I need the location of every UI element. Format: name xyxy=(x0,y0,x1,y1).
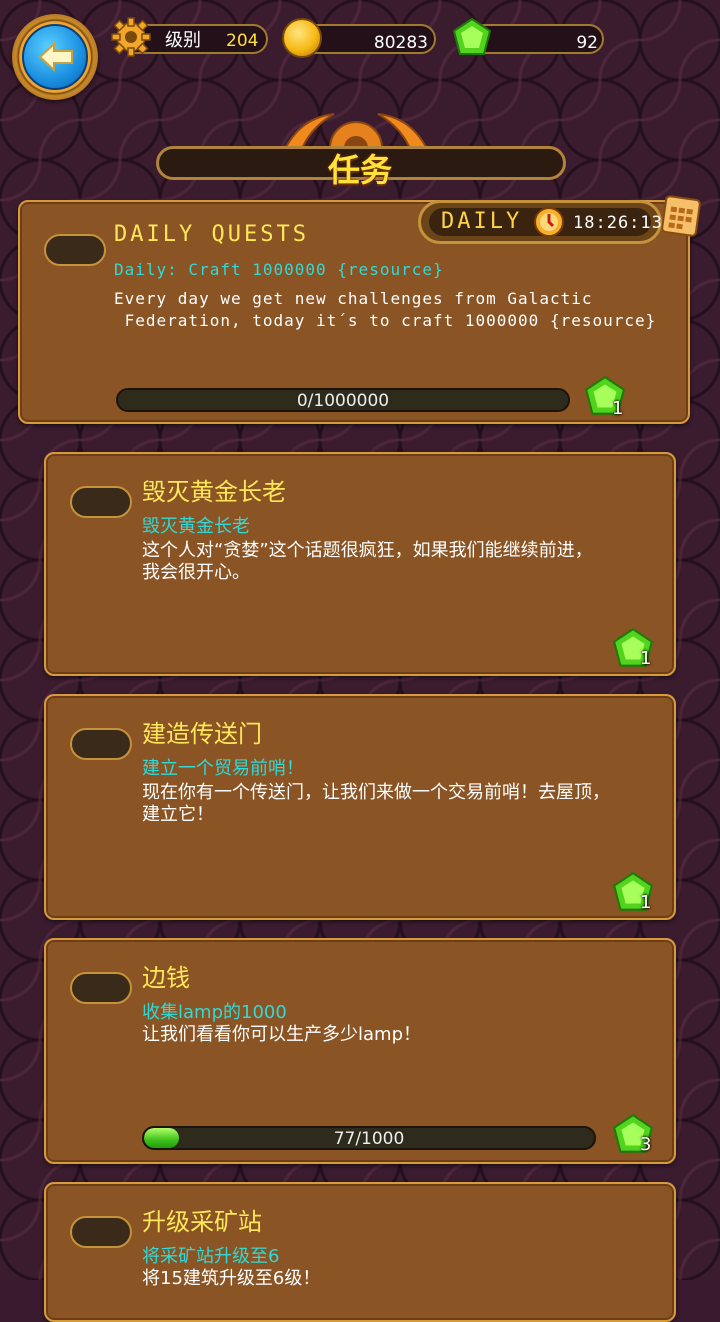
arrow-left-icon xyxy=(38,42,73,72)
quest-title: 建造传送门 xyxy=(142,720,262,748)
gem-icon xyxy=(452,17,492,55)
daily-timer: 18:26:13 xyxy=(573,213,663,233)
quest-subtitle: 将采矿站升级至6 xyxy=(142,1246,280,1267)
quest-checkbox[interactable] xyxy=(70,1216,132,1248)
quest-subtitle: 毁灭黄金长老 xyxy=(142,516,250,537)
quest-title: DAILY QUESTS xyxy=(114,222,309,247)
coins-value: 80283 xyxy=(373,33,428,53)
gems-value: 92 xyxy=(576,33,598,53)
daily-timer-tag: DAILY 18:26:13 xyxy=(418,200,662,244)
quest-card[interactable]: 升级采矿站 将采矿站升级至6 将15建筑升级至6级！ xyxy=(44,1182,676,1322)
quest-description: 这个人对“贪婪”这个话题很疯狂，如果我们能继续前进， 我会很开心。 xyxy=(142,540,593,583)
quest-subtitle: 建立一个贸易前哨！ xyxy=(142,758,304,779)
level-label: 级别 xyxy=(165,30,201,51)
quest-subtitle: 收集lamp的1000 xyxy=(142,1002,287,1023)
quest-card[interactable]: 建造传送门 建立一个贸易前哨！ 现在你有一个传送门，让我们来做一个交易前哨！去屋… xyxy=(44,694,676,920)
reward-count: 3 xyxy=(640,1134,652,1155)
quest-checkbox[interactable] xyxy=(70,972,132,1004)
gear-icon xyxy=(111,17,151,57)
progress-text: 77/1000 xyxy=(333,1129,405,1149)
quest-description: 现在你有一个传送门，让我们来做一个交易前哨！去屋顶， 建立它！ xyxy=(142,782,610,825)
daily-tag-label: DAILY xyxy=(441,209,523,234)
quest-title: 边钱 xyxy=(142,964,190,992)
quest-subtitle: Daily: Craft 1000000 {resource} xyxy=(114,260,444,279)
quest-progress-bar: 77/1000 xyxy=(142,1126,596,1150)
quest-progress-bar: 0/1000000 xyxy=(116,388,570,412)
quest-checkbox[interactable] xyxy=(70,486,132,518)
reward-count: 1 xyxy=(640,648,652,669)
reward-count: 1 xyxy=(612,398,624,419)
coin-icon xyxy=(282,18,322,58)
page-title: 任务 xyxy=(327,151,392,189)
quest-card[interactable]: 边钱 收集lamp的1000 让我们看看你可以生产多少lamp！ 77/1000… xyxy=(44,938,676,1164)
back-button[interactable] xyxy=(12,14,98,100)
quest-description: 将15建筑升级至6级！ xyxy=(142,1268,321,1289)
quest-card[interactable]: 毁灭黄金长老 毁灭黄金长老 这个人对“贪婪”这个话题很疯狂，如果我们能继续前进，… xyxy=(44,452,676,676)
quest-checkbox[interactable] xyxy=(44,234,106,266)
reward-count: 1 xyxy=(640,892,652,913)
clock-icon xyxy=(534,207,564,237)
quest-description: Every day we get new challenges from Gal… xyxy=(114,289,657,330)
progress-text: 0/1000000 xyxy=(296,391,390,411)
calendar-icon[interactable] xyxy=(660,192,702,238)
quest-description: 让我们看看你可以生产多少lamp！ xyxy=(142,1024,421,1045)
quest-checkbox[interactable] xyxy=(70,728,132,760)
level-value: 204 xyxy=(226,31,259,51)
quest-title: 升级采矿站 xyxy=(142,1208,262,1236)
quest-title: 毁灭黄金长老 xyxy=(142,478,286,506)
